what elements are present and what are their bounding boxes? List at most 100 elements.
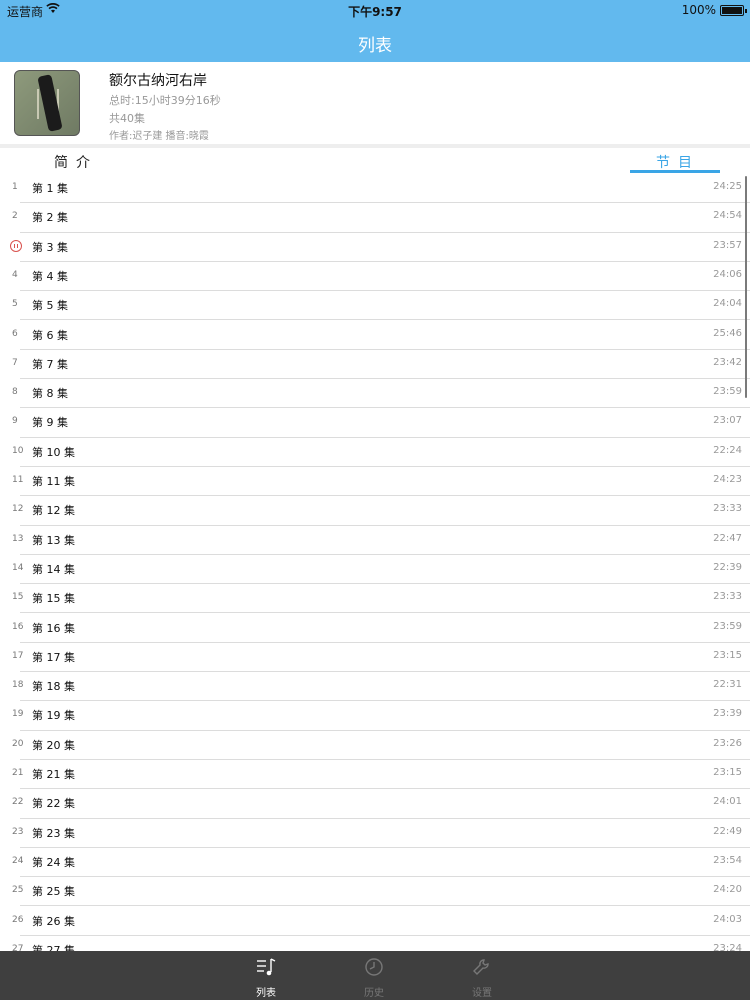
book-header: 额尔古纳河右岸 总时:15小时39分16秒 共40集 作者:迟子建 播音:晓霞 xyxy=(0,62,750,144)
page-title: 列表 xyxy=(358,36,392,56)
episode-row[interactable]: 11 第 11 集 24:23 xyxy=(0,467,750,497)
book-total-time: 总时:15小时39分16秒 xyxy=(109,94,221,107)
episode-row[interactable]: 4 第 4 集 24:06 xyxy=(0,262,750,292)
episode-row[interactable]: 7 第 7 集 23:42 xyxy=(0,350,750,380)
episode-duration: 22:49 xyxy=(713,825,742,837)
pause-icon[interactable] xyxy=(10,239,22,252)
episode-title: 第 13 集 xyxy=(32,533,75,547)
episode-duration: 22:24 xyxy=(713,444,742,456)
episode-duration: 23:15 xyxy=(713,649,742,661)
book-credits: 作者:迟子建 播音:晓霞 xyxy=(109,131,209,142)
episode-title: 第 20 集 xyxy=(32,738,75,752)
episode-row[interactable]: 23 第 23 集 22:49 xyxy=(0,819,750,848)
episode-number: 18 xyxy=(12,680,24,691)
episode-duration: 24:03 xyxy=(713,913,742,925)
book-cover-image[interactable] xyxy=(14,70,80,136)
episode-row[interactable]: 8 第 8 集 23:59 xyxy=(0,379,750,409)
episode-title: 第 15 集 xyxy=(32,592,75,606)
book-episode-count: 共40集 xyxy=(109,112,145,125)
episode-title: 第 3 集 xyxy=(32,240,68,254)
episode-title: 第 21 集 xyxy=(32,768,75,781)
tab-episodes[interactable]: 节目 xyxy=(656,152,700,172)
episode-number: 6 xyxy=(12,328,18,339)
episode-row[interactable]: 19 第 19 集 23:39 xyxy=(0,701,750,731)
episode-duration: 22:31 xyxy=(713,679,742,691)
episode-row[interactable]: 27 第 27 集 23:24 xyxy=(0,936,750,951)
episode-row[interactable]: 12 第 12 集 23:33 xyxy=(0,496,750,526)
episode-duration: 23:57 xyxy=(713,239,742,251)
episode-duration: 23:54 xyxy=(713,854,742,866)
episode-number: 26 xyxy=(12,914,24,925)
episode-row[interactable]: 16 第 16 集 23:59 xyxy=(0,614,750,643)
navigation-bar: 列表 xyxy=(0,20,750,62)
bottom-tab-bar: 列表 历史 设置 xyxy=(0,951,750,1000)
episode-duration: 23:33 xyxy=(713,591,742,603)
episode-duration: 23:33 xyxy=(713,503,742,515)
episode-duration: 23:59 xyxy=(713,386,742,398)
episode-title: 第 18 集 xyxy=(32,680,75,694)
episode-number: 14 xyxy=(12,562,24,573)
tabbar-item-label: 设置 xyxy=(472,988,492,999)
episode-row[interactable]: 5 第 5 集 24:04 xyxy=(0,291,750,321)
episode-title: 第 24 集 xyxy=(32,855,75,869)
tabbar-item-history[interactable]: 历史 xyxy=(344,951,404,1000)
episode-number: 5 xyxy=(12,299,18,310)
episode-row[interactable]: 26 第 26 集 24:03 xyxy=(0,907,750,936)
episode-title: 第 5 集 xyxy=(32,299,68,313)
episode-list[interactable]: 1 第 1 集 24:25 2 第 2 集 24:54 第 3 集 23:57 4 第 4 集 24… xyxy=(0,174,750,951)
episode-row[interactable]: 1 第 1 集 24:25 xyxy=(0,174,750,204)
episode-row[interactable]: 24 第 24 集 23:54 xyxy=(0,848,750,878)
episode-row[interactable]: 21 第 21 集 23:15 xyxy=(0,760,750,790)
episode-title: 第 9 集 xyxy=(32,416,68,430)
episode-duration: 24:25 xyxy=(713,181,742,192)
episode-title: 第 6 集 xyxy=(32,328,68,342)
episode-row[interactable]: 10 第 10 集 22:24 xyxy=(0,438,750,467)
episode-duration: 23:59 xyxy=(713,620,742,632)
episode-row[interactable]: 13 第 13 集 22:47 xyxy=(0,526,750,555)
episode-row[interactable]: 22 第 22 集 24:01 xyxy=(0,789,750,819)
status-bar: 运营商 下午9:57 100% xyxy=(0,0,750,20)
episode-row[interactable]: 15 第 15 集 23:33 xyxy=(0,584,750,614)
episode-row[interactable]: 18 第 18 集 22:31 xyxy=(0,672,750,702)
music-list-icon xyxy=(256,957,276,977)
episode-row[interactable]: 6 第 6 集 25:46 xyxy=(0,321,750,350)
episode-title: 第 2 集 xyxy=(32,211,68,225)
episode-row[interactable]: 第 3 集 23:57 xyxy=(0,233,750,262)
tabbar-item-settings[interactable]: 设置 xyxy=(452,951,512,1000)
episode-duration: 24:06 xyxy=(713,268,742,280)
episode-duration: 24:20 xyxy=(713,884,742,896)
episode-title: 第 16 集 xyxy=(32,621,75,635)
episode-duration: 23:07 xyxy=(713,415,742,427)
episode-number: 11 xyxy=(12,475,24,485)
episode-duration: 24:01 xyxy=(713,796,742,808)
episode-row[interactable]: 14 第 14 集 22:39 xyxy=(0,555,750,585)
episode-duration: 23:26 xyxy=(713,737,742,749)
tabbar-item-list[interactable]: 列表 xyxy=(236,951,296,1000)
episode-row[interactable]: 20 第 20 集 23:26 xyxy=(0,731,750,760)
episode-title: 第 27 集 xyxy=(32,943,75,951)
episode-number: 27 xyxy=(12,943,24,951)
episode-number: 23 xyxy=(12,826,24,837)
scrollbar[interactable] xyxy=(745,176,747,398)
episode-number: 24 xyxy=(12,855,24,866)
tab-intro[interactable]: 简介 xyxy=(54,152,98,172)
episode-duration: 23:42 xyxy=(713,356,742,368)
episode-title: 第 1 集 xyxy=(32,182,68,195)
episode-duration: 23:24 xyxy=(713,942,742,951)
episode-title: 第 22 集 xyxy=(32,797,75,811)
episode-title: 第 26 集 xyxy=(32,914,75,928)
wrench-icon xyxy=(472,957,492,977)
episode-row[interactable]: 25 第 25 集 24:20 xyxy=(0,877,750,907)
battery-percent: 100% xyxy=(681,3,716,17)
episode-title: 第 7 集 xyxy=(32,357,68,371)
episode-duration: 24:54 xyxy=(713,210,742,222)
episode-number: 17 xyxy=(12,650,24,661)
episode-duration: 22:39 xyxy=(713,561,742,573)
episode-row[interactable]: 17 第 17 集 23:15 xyxy=(0,643,750,673)
active-tab-indicator xyxy=(630,170,720,173)
episode-title: 第 12 集 xyxy=(32,504,75,518)
episode-row[interactable]: 9 第 9 集 23:07 xyxy=(0,408,750,438)
episode-title: 第 23 集 xyxy=(32,826,75,840)
episode-row[interactable]: 2 第 2 集 24:54 xyxy=(0,203,750,233)
episode-title: 第 4 集 xyxy=(32,269,68,283)
